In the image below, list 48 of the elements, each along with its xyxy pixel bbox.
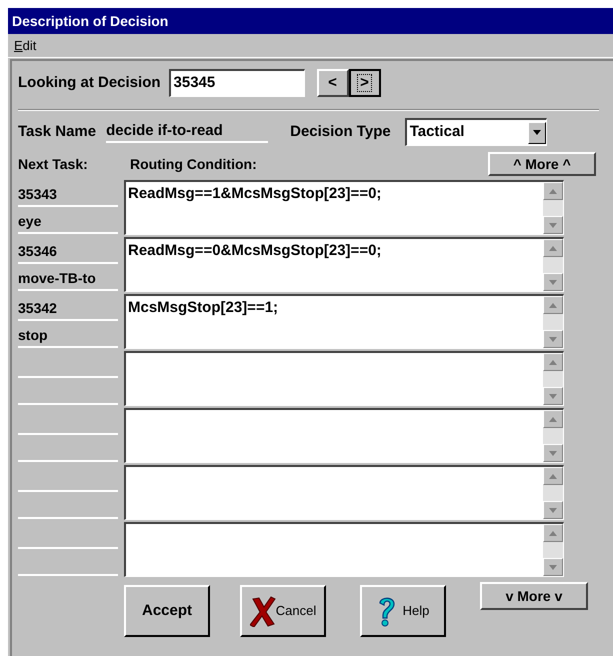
condition-text: ReadMsg==1&McsMsgStop[23]==0; [128,185,382,202]
scroll-up-icon[interactable] [543,296,563,314]
task-id-field: 35346 [18,241,57,262]
cross-icon [250,595,276,627]
window-title: Description of Decision [8,8,613,34]
condition-field[interactable] [124,465,564,520]
column-header: Next Task: [18,154,89,174]
accept-button[interactable]: Accept [124,585,210,637]
task-name-field: move-TB-to [18,268,96,289]
condition-field[interactable]: McsMsgStop[23]==1; [124,294,564,349]
condition-text: ReadMsg==0&McsMsgStop[23]==0; [128,242,382,259]
scroll-down-icon[interactable] [543,216,563,234]
scroll-up-icon[interactable] [543,182,563,200]
scroll-down-icon[interactable] [543,273,563,291]
condition-field[interactable]: ReadMsg==1&McsMsgStop[23]==0; [124,180,564,235]
next-button[interactable]: > [348,69,381,97]
scroll-down-icon[interactable] [543,444,563,462]
menu-item[interactable]: Edit [14,36,36,56]
field-label: Decision Type [290,122,391,142]
field-label: Looking at Decision [18,72,161,93]
task-name-field: decide if-to-read [106,121,268,143]
scroll-down-icon[interactable] [543,330,563,348]
scroll-down-icon[interactable] [543,387,563,405]
task-id-field: 35343 [18,184,57,205]
condition-field[interactable] [124,408,564,463]
condition-field[interactable] [124,522,564,577]
condition-text: McsMsgStop[23]==1; [128,299,278,316]
scroll-up-icon[interactable] [543,239,563,257]
scroll-down-icon[interactable] [543,501,563,519]
decision-field[interactable]: 35345 [168,69,305,97]
more-up-button[interactable]: ^ More ^ [488,152,596,176]
scroll-up-icon[interactable] [543,353,563,371]
more-down-button[interactable]: v More v [480,582,588,610]
task-id-field: 35342 [18,298,57,319]
task-name-field: stop [18,325,48,346]
scroll-up-icon[interactable] [543,524,563,542]
scroll-up-icon[interactable] [543,410,563,428]
previous-button[interactable]: < [316,69,349,97]
column-header: Routing Condition: [130,154,257,174]
scroll-up-icon[interactable] [543,467,563,485]
decision-type-dropdown[interactable]: Tactical [404,118,547,146]
task-name-field: eye [18,211,42,232]
help-button[interactable]: Help [360,585,446,637]
field-label: Task Name [18,122,96,142]
scroll-down-icon[interactable] [543,558,563,576]
condition-field[interactable] [124,351,564,406]
condition-field[interactable]: ReadMsg==0&McsMsgStop[23]==0; [124,237,564,292]
cancel-button[interactable]: Cancel [240,585,326,637]
